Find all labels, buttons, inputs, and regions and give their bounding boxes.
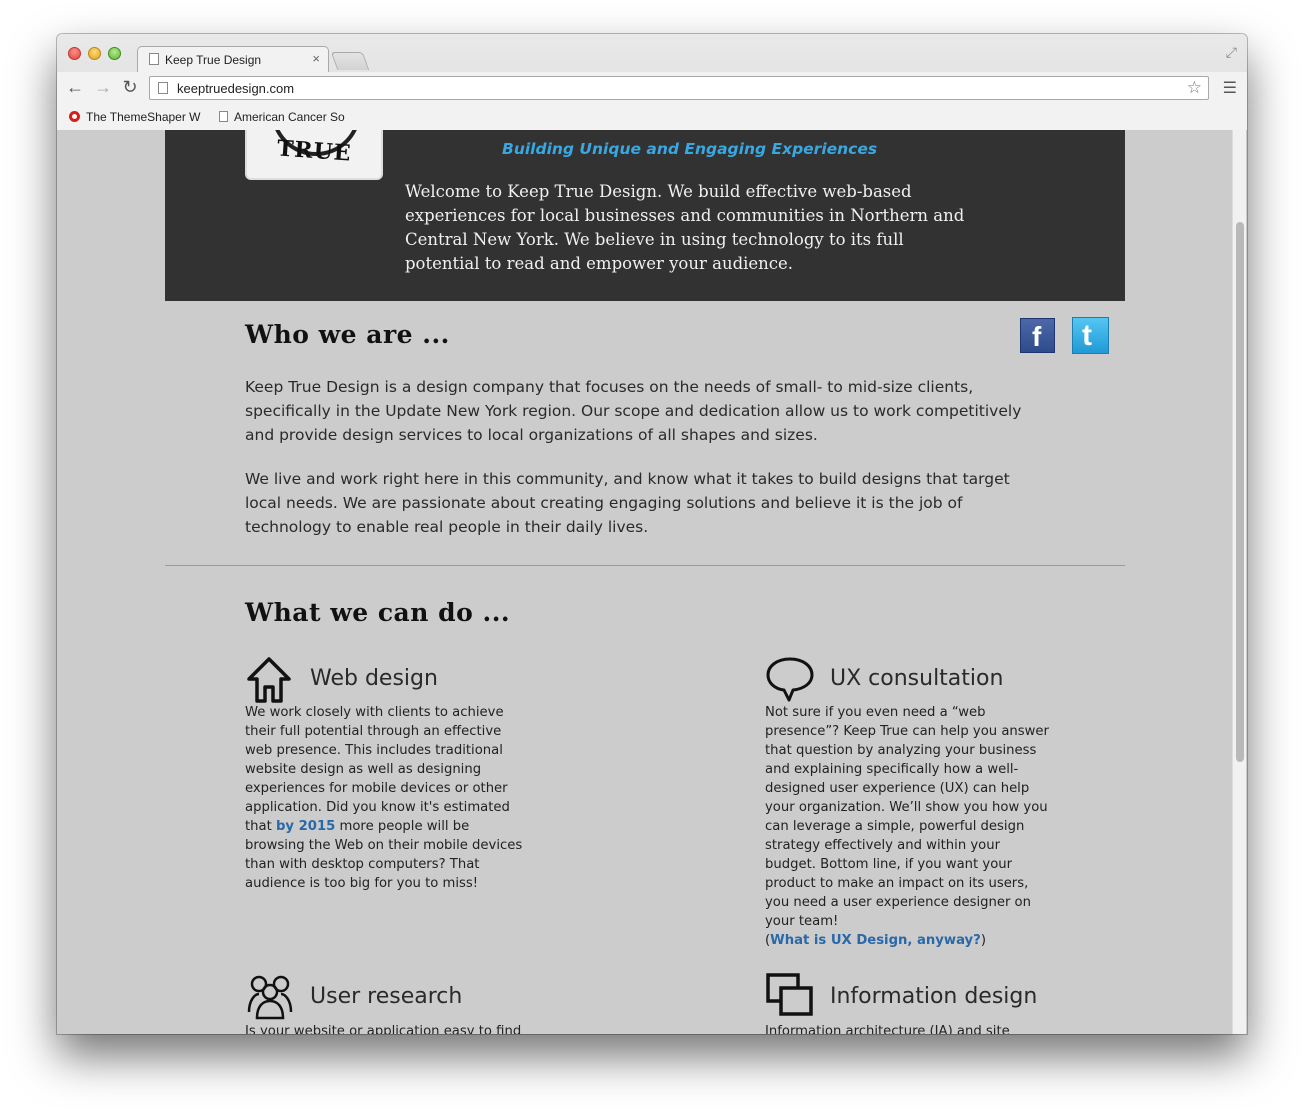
- service-body-ux-consultation: Not sure if you even need a “web presenc…: [765, 705, 1049, 948]
- service-title-ux-consultation: UX consultation: [830, 666, 1004, 691]
- address-bar[interactable]: keeptruedesign.com ☆: [149, 76, 1209, 100]
- page-icon: [158, 82, 168, 94]
- browser-window: Keep True Design × ⤢ ← → ↻ keeptruedesig…: [57, 34, 1247, 1034]
- service-body-user-research: Is your website or application easy to f…: [245, 1024, 522, 1034]
- what-heading: What we can do ...: [245, 598, 511, 627]
- who-heading: Who we are ...: [245, 320, 450, 349]
- who-paragraph-1: Keep True Design is a design company tha…: [245, 378, 1022, 444]
- tab-title: Keep True Design: [165, 53, 262, 67]
- tagline: Building Unique and Engaging Experiences: [502, 140, 878, 158]
- browser-tab[interactable]: Keep True Design ×: [137, 46, 329, 72]
- what-is-ux-link[interactable]: What is UX Design, anyway?: [770, 933, 981, 948]
- logo[interactable]: TRUE: [245, 130, 383, 180]
- browser-toolbar: ← → ↻ keeptruedesign.com ☆ ☰: [57, 72, 1247, 104]
- close-window-button[interactable]: [68, 47, 81, 60]
- minimize-window-button[interactable]: [88, 47, 101, 60]
- bookmark-item[interactable]: American Cancer So: [219, 110, 351, 124]
- welcome-text: Welcome to Keep True Design. We build ef…: [405, 182, 965, 273]
- who-paragraph-2: We live and work right here in this comm…: [245, 470, 1010, 536]
- service-title-web-design: Web design: [310, 666, 438, 691]
- twitter-icon[interactable]: t: [1072, 317, 1109, 354]
- facebook-icon[interactable]: f: [1020, 318, 1055, 353]
- vertical-scrollbar[interactable]: [1232, 130, 1246, 1034]
- browser-chrome: Keep True Design × ⤢ ← → ↻ keeptruedesig…: [57, 34, 1247, 130]
- users-icon: [247, 975, 293, 1020]
- page-viewport: TRUE Building Unique and Engaging Experi…: [57, 130, 1247, 1034]
- bookmark-item[interactable]: The ThemeShaper W: [69, 110, 201, 124]
- section-divider: [165, 565, 1125, 566]
- hero-banner: TRUE Building Unique and Engaging Experi…: [165, 130, 1125, 301]
- new-tab-button[interactable]: [330, 52, 370, 70]
- reload-icon[interactable]: ↻: [120, 77, 140, 98]
- speech-bubble-icon: [766, 657, 814, 702]
- url-text: keeptruedesign.com: [177, 81, 295, 96]
- scrollbar-thumb[interactable]: [1236, 222, 1244, 762]
- zoom-window-button[interactable]: [108, 47, 121, 60]
- fullscreen-icon[interactable]: ⤢: [1226, 44, 1237, 61]
- service-body-web-design: We work closely with clients to achieve …: [245, 705, 523, 891]
- tab-close-icon[interactable]: ×: [312, 51, 320, 66]
- by-2015-link[interactable]: by 2015: [276, 819, 335, 834]
- forward-arrow-icon[interactable]: →: [93, 77, 113, 98]
- bookmark-star-icon[interactable]: ☆: [1187, 78, 1202, 98]
- logo-text: TRUE: [276, 135, 353, 167]
- page-icon: [149, 53, 159, 65]
- service-title-information-design: Information design: [830, 984, 1038, 1009]
- back-arrow-icon[interactable]: ←: [65, 77, 85, 98]
- service-title-user-research: User research: [310, 984, 463, 1009]
- service-body-information-design: Information architecture (IA) and site: [765, 1024, 1010, 1034]
- windows-icon: [766, 973, 813, 1016]
- themeshaper-icon: [69, 111, 80, 122]
- house-icon: [247, 657, 291, 703]
- page-icon: [219, 111, 228, 122]
- bookmarks-bar: The ThemeShaper W American Cancer So: [57, 104, 1247, 130]
- menu-icon[interactable]: ☰: [1223, 78, 1237, 98]
